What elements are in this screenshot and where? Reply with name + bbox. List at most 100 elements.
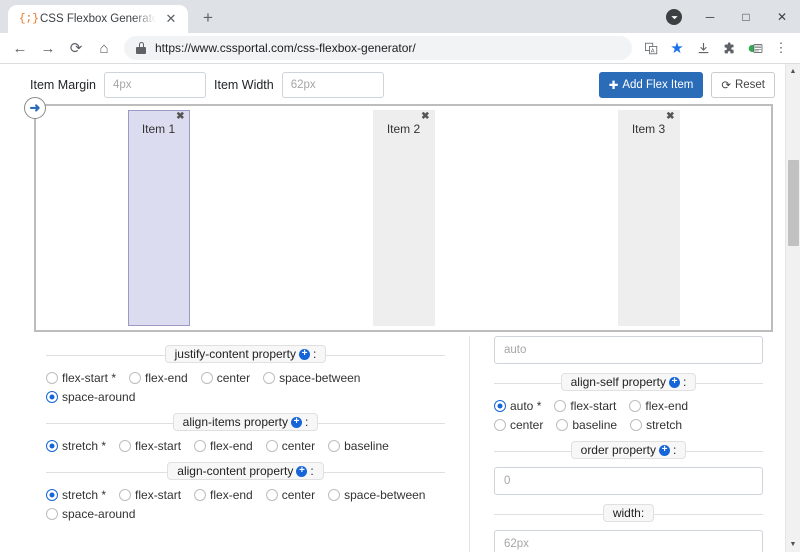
window-close-icon[interactable]: ✕ bbox=[764, 0, 800, 33]
lock-icon bbox=[136, 42, 146, 54]
radio-align-content-space-around[interactable]: space-around bbox=[46, 507, 135, 521]
align-items-radio-group[interactable]: stretch * flex-start flex-end center bas… bbox=[46, 439, 445, 453]
radio-align-self-flex-start[interactable]: flex-start bbox=[554, 399, 616, 413]
remove-item-icon[interactable]: ✖ bbox=[421, 112, 429, 122]
radio-circle bbox=[328, 440, 341, 452]
info-plus-icon[interactable]: + bbox=[659, 444, 671, 456]
page-scrollbar[interactable]: ▲ ▼ bbox=[785, 64, 800, 552]
container-properties-panel: justify-content property + : flex-start … bbox=[0, 336, 470, 552]
new-tab-button[interactable]: + bbox=[194, 4, 222, 32]
radio-circle bbox=[629, 400, 642, 412]
radio-align-items-baseline[interactable]: baseline bbox=[328, 439, 389, 453]
radio-align-self-baseline[interactable]: baseline bbox=[556, 418, 617, 432]
radio-label: flex-start bbox=[135, 439, 182, 453]
close-icon[interactable]: ✕ bbox=[163, 11, 179, 27]
reload-icon[interactable]: ⟳ bbox=[62, 34, 90, 62]
flex-preview-wrapper: ➜ ✖ Item 1 ✖ Item 2 ✖ Item 3 bbox=[0, 97, 785, 332]
minimize-icon[interactable]: ─ bbox=[692, 0, 728, 33]
radio-align-self-auto[interactable]: auto * bbox=[494, 399, 541, 413]
profile-icon[interactable] bbox=[742, 35, 768, 61]
properties-area: justify-content property + : flex-start … bbox=[0, 332, 785, 552]
radio-circle bbox=[119, 440, 132, 452]
radio-label: center bbox=[510, 418, 544, 432]
radio-label: space-between bbox=[344, 488, 426, 502]
radio-justify-space-between[interactable]: space-between bbox=[263, 371, 360, 385]
flex-container-preview: ✖ Item 1 ✖ Item 2 ✖ Item 3 bbox=[34, 104, 773, 332]
bookmark-star-icon[interactable]: ★ bbox=[664, 35, 690, 61]
radio-justify-space-around[interactable]: space-around bbox=[46, 390, 135, 404]
legend-colon: : bbox=[683, 375, 687, 389]
align-content-radio-group[interactable]: stretch * flex-start flex-end center spa… bbox=[46, 488, 445, 521]
home-icon[interactable]: ⌂ bbox=[90, 34, 118, 62]
info-plus-icon[interactable]: + bbox=[299, 348, 311, 360]
radio-circle bbox=[328, 489, 341, 501]
radio-align-items-center[interactable]: center bbox=[265, 439, 315, 453]
back-icon[interactable]: ← bbox=[6, 34, 34, 62]
flex-item-3[interactable]: ✖ Item 3 bbox=[617, 110, 680, 326]
radio-align-content-center[interactable]: center bbox=[265, 488, 315, 502]
radio-circle bbox=[494, 400, 506, 412]
info-plus-icon[interactable]: + bbox=[669, 376, 681, 388]
radio-align-content-flex-end[interactable]: flex-end bbox=[194, 488, 253, 502]
justify-content-radio-group[interactable]: flex-start * flex-end center space-betwe… bbox=[46, 371, 445, 404]
align-items-legend-row: align-items property + : bbox=[46, 413, 445, 432]
radio-circle bbox=[263, 372, 276, 384]
align-content-legend-row: align-content property + : bbox=[46, 462, 445, 481]
flexbox-generator-page: Item Margin Item Width ✚ Add Flex Item ⟳… bbox=[0, 64, 785, 552]
order-input[interactable] bbox=[494, 467, 763, 495]
radio-align-content-space-between[interactable]: space-between bbox=[328, 488, 425, 502]
align-self-legend-row: align-self property + : bbox=[494, 373, 763, 392]
remove-item-icon[interactable]: ✖ bbox=[176, 112, 184, 122]
flex-item-2[interactable]: ✖ Item 2 bbox=[372, 110, 435, 326]
radio-justify-flex-end[interactable]: flex-end bbox=[129, 371, 188, 385]
scroll-down-icon[interactable]: ▼ bbox=[786, 537, 800, 552]
downloads-icon[interactable] bbox=[690, 35, 716, 61]
maximize-icon[interactable]: □ bbox=[728, 0, 764, 33]
radio-align-items-stretch[interactable]: stretch * bbox=[46, 439, 106, 453]
menu-icon[interactable]: ⋮ bbox=[768, 35, 794, 61]
radio-circle bbox=[129, 372, 142, 384]
radio-align-self-center[interactable]: center bbox=[494, 418, 543, 432]
legend-colon: : bbox=[305, 415, 309, 429]
info-plus-icon[interactable]: + bbox=[296, 465, 308, 477]
align-self-legend-label: align-self property bbox=[570, 375, 667, 389]
info-plus-icon[interactable]: + bbox=[291, 416, 303, 428]
justify-content-legend: justify-content property + : bbox=[164, 345, 327, 363]
translate-icon[interactable]: A bbox=[638, 35, 664, 61]
add-flex-item-label: Add Flex Item bbox=[622, 79, 694, 91]
forward-icon[interactable]: → bbox=[34, 34, 62, 62]
arrow-right-icon[interactable]: ➜ bbox=[24, 97, 46, 119]
order-legend: order property + : bbox=[570, 441, 687, 459]
justify-content-legend-row: justify-content property + : bbox=[46, 345, 445, 364]
extensions-icon[interactable] bbox=[716, 35, 742, 61]
align-self-radio-group[interactable]: auto * flex-start flex-end center baseli… bbox=[494, 399, 763, 432]
add-flex-item-button[interactable]: ✚ Add Flex Item bbox=[598, 72, 704, 98]
radio-circle bbox=[46, 508, 58, 520]
radio-justify-center[interactable]: center bbox=[200, 371, 250, 385]
radio-circle bbox=[46, 440, 58, 452]
radio-circle bbox=[194, 489, 207, 501]
reset-button[interactable]: ⟳ Reset bbox=[711, 72, 775, 98]
radio-align-items-flex-end[interactable]: flex-end bbox=[194, 439, 253, 453]
profile-avatar-icon[interactable] bbox=[666, 9, 682, 25]
radio-label: auto * bbox=[510, 399, 542, 413]
radio-align-items-flex-start[interactable]: flex-start bbox=[119, 439, 181, 453]
remove-item-icon[interactable]: ✖ bbox=[666, 112, 674, 122]
address-bar[interactable]: https://www.cssportal.com/css-flexbox-ge… bbox=[124, 36, 632, 60]
scrollbar-thumb[interactable] bbox=[788, 160, 799, 246]
item-margin-input[interactable] bbox=[104, 72, 206, 98]
reset-label: Reset bbox=[734, 79, 765, 91]
flex-item-1[interactable]: ✖ Item 1 bbox=[127, 110, 190, 326]
flex-basis-input[interactable] bbox=[494, 336, 763, 364]
scroll-up-icon[interactable]: ▲ bbox=[786, 64, 800, 79]
radio-align-content-flex-start[interactable]: flex-start bbox=[119, 488, 181, 502]
item-width-input[interactable] bbox=[281, 72, 384, 98]
width-input[interactable] bbox=[494, 530, 763, 552]
align-items-legend-label: align-items property bbox=[182, 415, 289, 429]
radio-align-self-stretch[interactable]: stretch bbox=[630, 418, 682, 432]
radio-circle bbox=[46, 372, 58, 384]
radio-align-self-flex-end[interactable]: flex-end bbox=[629, 399, 688, 413]
radio-justify-flex-start[interactable]: flex-start * bbox=[46, 371, 116, 385]
radio-align-content-stretch[interactable]: stretch * bbox=[46, 488, 106, 502]
browser-tab-active[interactable]: {;} CSS Flexbox Generator - CSS P... ✕ bbox=[8, 5, 188, 33]
